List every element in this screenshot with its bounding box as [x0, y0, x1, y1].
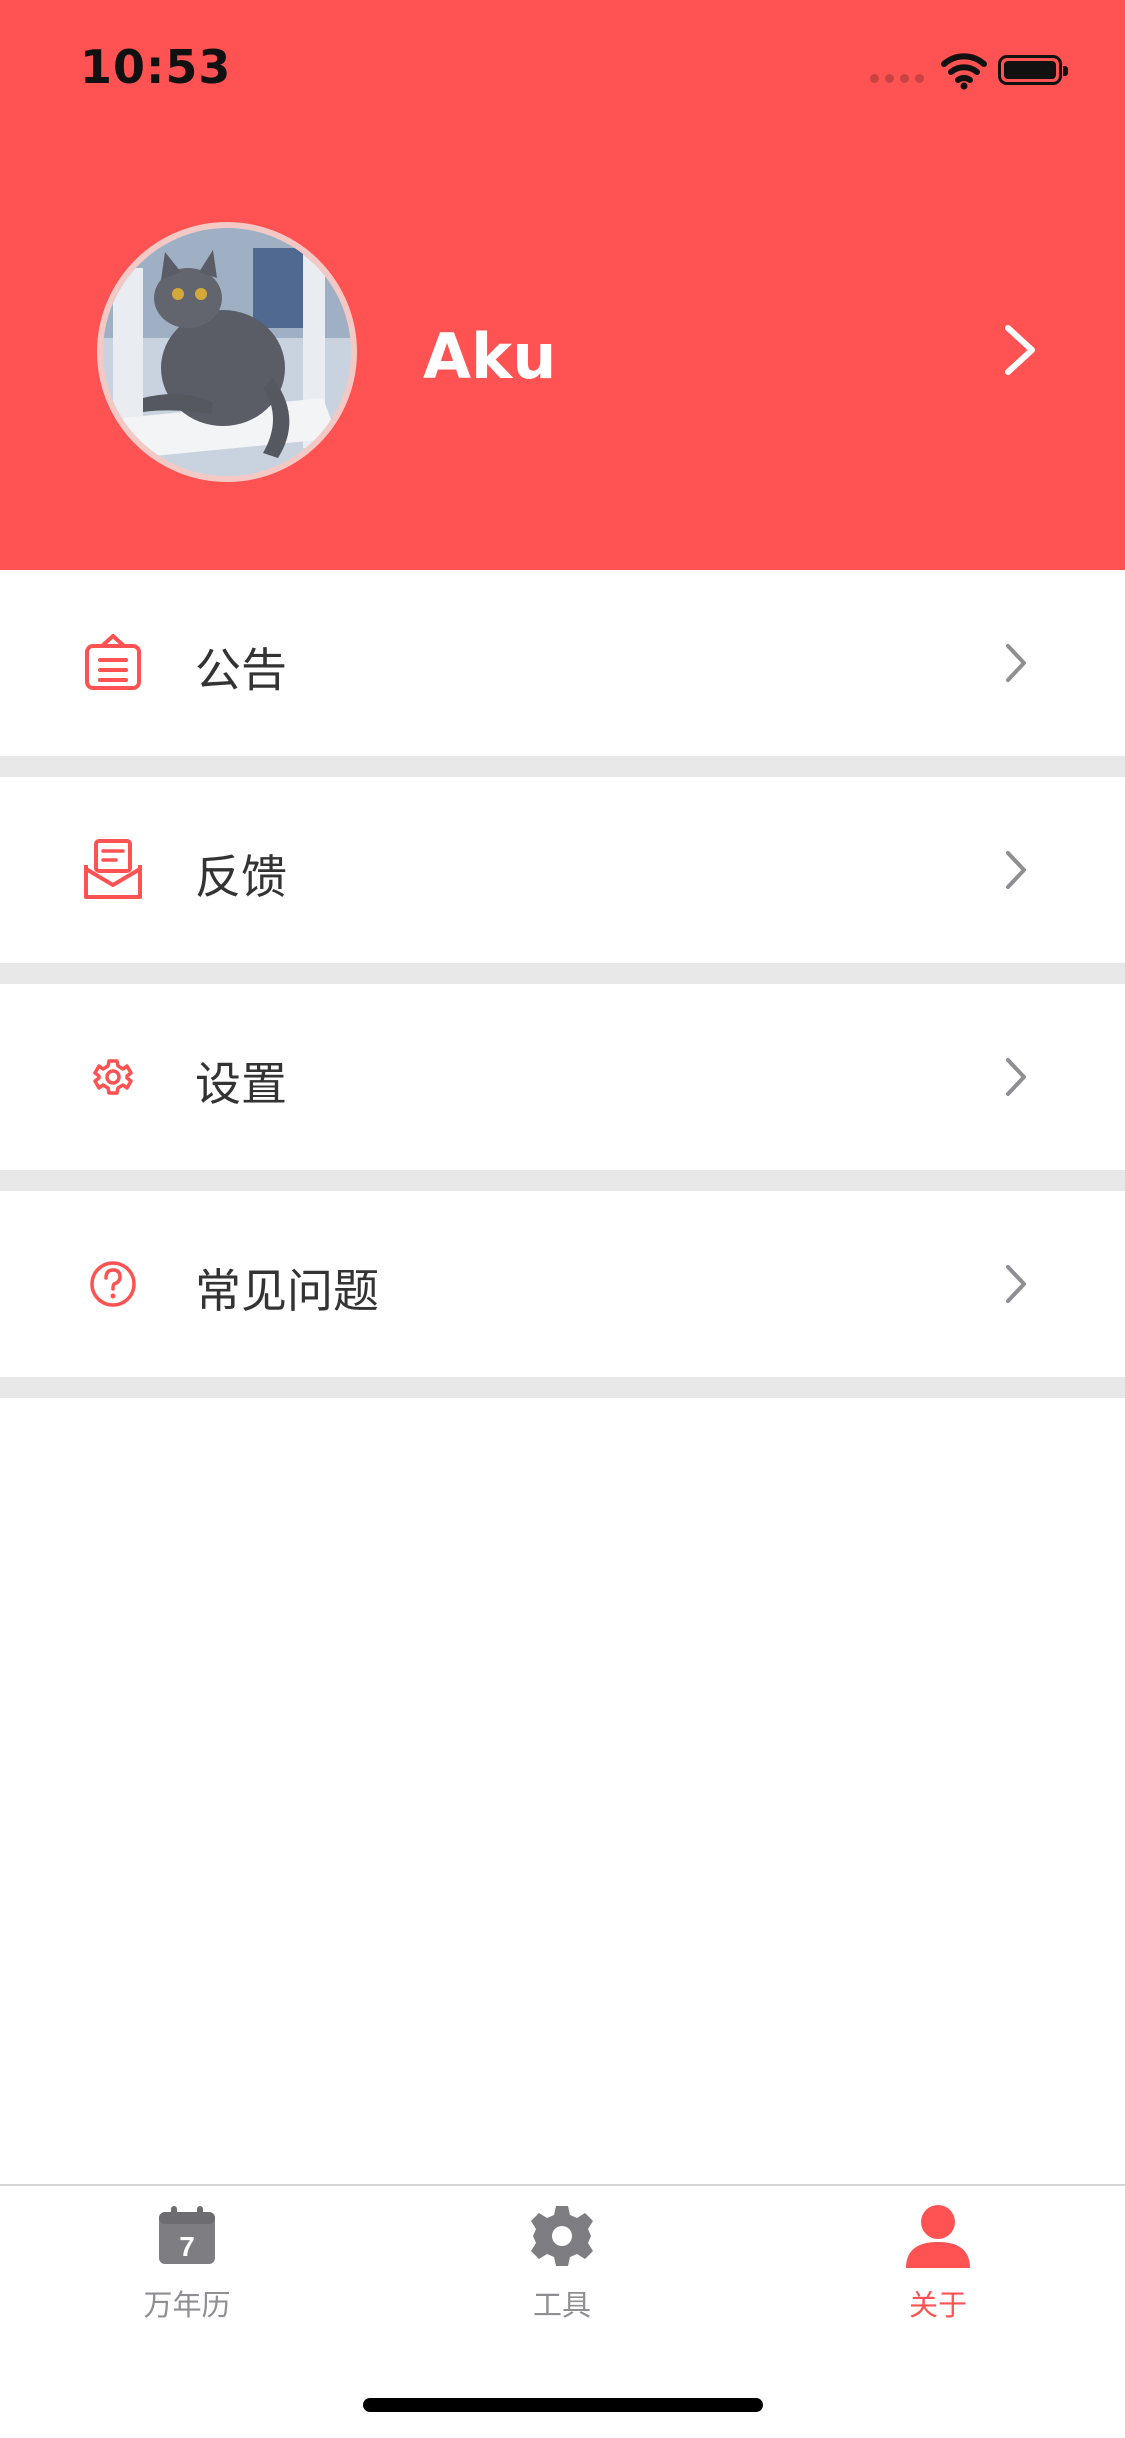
menu-item-label: 反馈 — [195, 850, 287, 904]
menu-item-faq[interactable]: 常见问题 — [0, 1191, 1125, 1398]
menu-item-settings[interactable]: 设置 — [0, 984, 1125, 1191]
chevron-right-icon — [1006, 1265, 1026, 1303]
gear-icon — [531, 2206, 593, 2266]
chevron-right-icon[interactable] — [1000, 322, 1040, 378]
cat-photo-avatar — [103, 228, 351, 476]
tab-calendar[interactable]: 7 万年历 — [87, 2204, 287, 2324]
feedback-mail-icon — [84, 839, 142, 899]
menu-item-label: 常见问题 — [195, 1264, 379, 1318]
tab-about[interactable]: 关于 — [838, 2204, 1038, 2324]
tab-label: 关于 — [908, 2288, 967, 2322]
menu-item-label: 设置 — [195, 1057, 287, 1111]
menu-item-label: 公告 — [195, 643, 287, 697]
chevron-right-icon — [1006, 851, 1026, 889]
tab-bar: 7 万年历 工具 关于 — [0, 2184, 1125, 2438]
calendar-day-number: 7 — [179, 2231, 195, 2262]
avatar[interactable] — [97, 222, 357, 482]
announcement-icon — [85, 634, 141, 690]
status-bar: 10:53 — [0, 0, 1125, 135]
battery-icon — [998, 55, 1068, 85]
chevron-right-icon — [1006, 644, 1026, 682]
menu-list: 公告 反馈 设置 常见问题 — [0, 570, 1125, 1398]
chevron-right-icon — [1006, 1058, 1026, 1096]
person-icon — [906, 2205, 970, 2268]
menu-item-feedback[interactable]: 反馈 — [0, 777, 1125, 984]
profile-name[interactable]: Aku — [423, 320, 556, 393]
gear-icon — [93, 1059, 133, 1095]
tab-label: 万年历 — [143, 2288, 231, 2322]
question-circle-icon — [90, 1261, 136, 1307]
home-indicator — [363, 2398, 763, 2412]
wifi-icon — [941, 53, 987, 90]
status-icons — [870, 50, 1080, 90]
tab-tools[interactable]: 工具 — [462, 2204, 662, 2324]
status-time: 10:53 — [80, 40, 232, 94]
menu-item-announcement[interactable]: 公告 — [0, 570, 1125, 777]
cellular-signal-icon — [870, 74, 926, 84]
calendar-icon: 7 — [159, 2206, 215, 2264]
tab-label: 工具 — [532, 2288, 591, 2322]
profile-header: 10:53 Aku — [0, 0, 1125, 570]
